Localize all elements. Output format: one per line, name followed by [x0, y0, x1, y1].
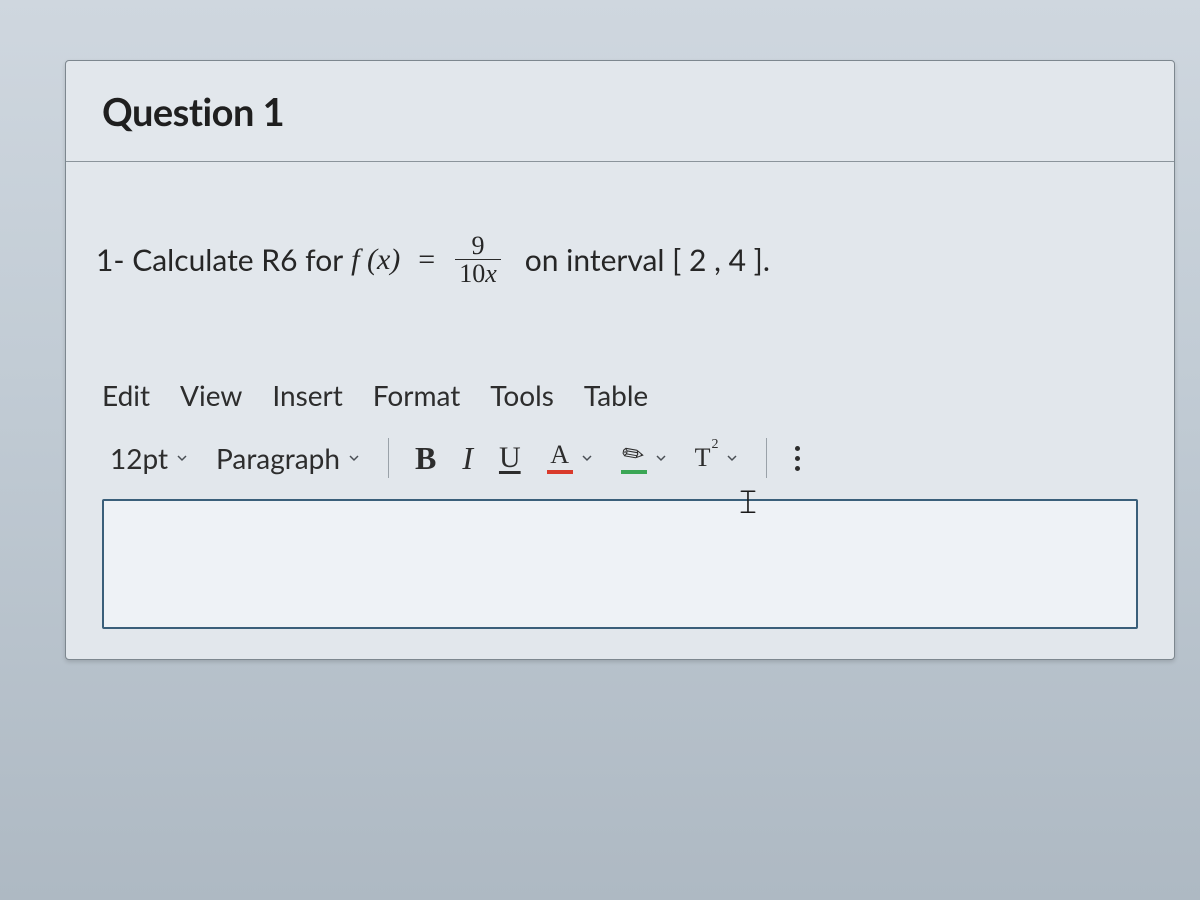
viewport: Question 1 1- Calculate R6 for f (x) = 9… [0, 0, 1200, 900]
editor-toolbar: 12pt Paragraph B I [96, 426, 1144, 499]
chevron-down-icon [579, 450, 595, 466]
bold-icon: B [415, 440, 436, 477]
text-color-icon: A [547, 442, 573, 474]
superscript-icon: T2 [695, 443, 718, 473]
math-function-lhs: f (x) [349, 243, 402, 277]
chevron-down-icon [174, 450, 190, 466]
chevron-down-icon [724, 450, 740, 466]
menu-table[interactable]: Table [584, 378, 648, 412]
math-fraction: 9 10x [451, 232, 505, 288]
question-body: 1- Calculate R6 for f (x) = 9 10x on int… [66, 162, 1174, 659]
more-options-button[interactable] [785, 440, 810, 477]
menu-view[interactable]: View [180, 378, 242, 412]
question-card: Question 1 1- Calculate R6 for f (x) = 9… [65, 60, 1175, 660]
italic-icon: I [462, 440, 473, 477]
chevron-down-icon [346, 450, 362, 466]
answer-textarea[interactable] [102, 499, 1138, 629]
question-header: Question 1 [66, 61, 1174, 162]
underline-button[interactable]: U [491, 437, 529, 479]
menu-tools[interactable]: Tools [490, 378, 554, 412]
bold-button[interactable]: B [407, 436, 444, 481]
editor-menu-bar: Edit View Insert Format Tools Table [96, 378, 1144, 426]
fraction-denominator: 10x [455, 259, 501, 287]
font-size-dropdown[interactable]: 12pt [102, 437, 198, 479]
italic-button[interactable]: I [454, 436, 481, 481]
prompt-prefix: 1- Calculate R6 for [96, 242, 343, 278]
text-color-dropdown[interactable]: A [539, 438, 603, 478]
toolbar-divider [388, 438, 389, 478]
font-size-label: 12pt [110, 441, 168, 475]
toolbar-divider [766, 438, 767, 478]
prompt-suffix: on interval [ 2 , 4 ]. [525, 242, 770, 278]
menu-insert[interactable]: Insert [272, 378, 342, 412]
chevron-down-icon [653, 450, 669, 466]
block-format-label: Paragraph [216, 441, 340, 475]
highlight-icon: ✎ [621, 442, 647, 474]
highlight-color-dropdown[interactable]: ✎ [613, 438, 677, 478]
fraction-numerator: 9 [467, 232, 488, 259]
menu-format[interactable]: Format [373, 378, 461, 412]
superscript-dropdown[interactable]: T2 [687, 439, 748, 477]
question-prompt: 1- Calculate R6 for f (x) = 9 10x on int… [96, 232, 1144, 288]
block-format-dropdown[interactable]: Paragraph [208, 437, 370, 479]
math-equals: = [408, 243, 445, 277]
menu-edit[interactable]: Edit [102, 378, 150, 412]
question-title: Question 1 [102, 89, 1138, 135]
underline-icon: U [499, 441, 521, 475]
